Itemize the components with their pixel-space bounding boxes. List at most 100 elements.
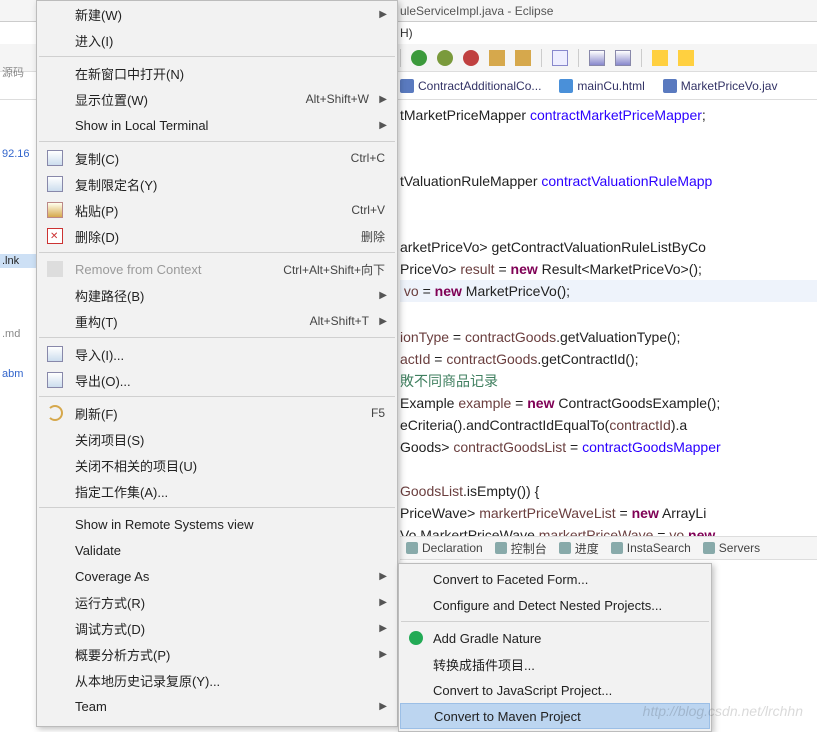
chevron-right-icon: ▶: [379, 290, 387, 301]
menu-item-label: 从本地历史记录复原(Y)...: [75, 671, 220, 690]
menu-item-label: Validate: [75, 543, 121, 558]
code-line: actId = contractGoods.getContractId();: [400, 348, 817, 370]
context-menu-item[interactable]: Show in Remote Systems view: [37, 511, 397, 537]
submenu-item[interactable]: Configure and Detect Nested Projects...: [399, 592, 711, 618]
debug-icon[interactable]: [437, 50, 453, 66]
submenu-item[interactable]: Convert to JavaScript Project...: [399, 677, 711, 703]
context-menu-item[interactable]: 重构(T)Alt+Shift+T▶: [37, 308, 397, 334]
view-icon: [495, 542, 507, 554]
forward-icon[interactable]: [678, 50, 694, 66]
chevron-right-icon: ▶: [379, 649, 387, 660]
submenu-item[interactable]: 转换成插件项目...: [399, 651, 711, 677]
copy-icon: [47, 176, 63, 192]
menu-item-label: 显示位置(W): [75, 90, 148, 109]
editor-tab-label: MarketPriceVo.jav: [681, 79, 778, 93]
search-icon[interactable]: [552, 50, 568, 66]
submenu-item-label: Configure and Detect Nested Projects...: [433, 598, 662, 613]
submenu-item-label: Convert to Maven Project: [434, 709, 581, 724]
code-line: Goods> contractGoodsList = contractGoods…: [400, 436, 817, 458]
context-menu-item[interactable]: 导出(O)...: [37, 367, 397, 393]
context-menu-item[interactable]: 粘贴(P)Ctrl+V: [37, 197, 397, 223]
back-icon[interactable]: [652, 50, 668, 66]
context-menu-item[interactable]: Compare With▶: [37, 719, 397, 727]
menu-separator: [401, 621, 709, 622]
menu-separator: [39, 141, 395, 142]
context-menu-item[interactable]: 显示位置(W)Alt+Shift+W▶: [37, 86, 397, 112]
external-tools-icon[interactable]: [463, 50, 479, 66]
context-menu-item[interactable]: Coverage As▶: [37, 563, 397, 589]
chevron-right-icon: ▶: [379, 597, 387, 608]
code-line: [400, 126, 817, 148]
run-icon[interactable]: [411, 50, 427, 66]
context-menu-item[interactable]: 导入(I)...: [37, 341, 397, 367]
toolbar-separator: [541, 49, 542, 67]
context-menu-item[interactable]: 运行方式(R)▶: [37, 589, 397, 615]
submenu-item[interactable]: Add Gradle Nature: [399, 625, 711, 651]
bottom-tab-label: 控制台: [511, 540, 547, 557]
context-menu-item[interactable]: 在新窗口中打开(N): [37, 60, 397, 86]
submenu-item[interactable]: Convert to Faceted Form...: [399, 566, 711, 592]
submenu-item-label: Add Gradle Nature: [433, 631, 541, 646]
context-menu-item[interactable]: 刷新(F)F5: [37, 400, 397, 426]
java-file-icon: [663, 79, 677, 93]
bottom-tab[interactable]: Declaration: [406, 541, 483, 555]
editor-tab-label: ContractAdditionalCo...: [418, 79, 541, 93]
bottom-tab-label: Servers: [719, 541, 760, 555]
context-menu-item[interactable]: 从本地历史记录复原(Y)...: [37, 667, 397, 693]
code-line: arketPriceVo> getContractValuationRuleLi…: [400, 236, 817, 258]
editor-tab[interactable]: mainCu.html: [559, 79, 644, 93]
context-menu-item[interactable]: 新建(W)▶: [37, 1, 397, 27]
toolbar-separator: [400, 49, 401, 67]
context-menu-item[interactable]: 关闭不相关的项目(U): [37, 452, 397, 478]
code-line: vo = new MarketPriceVo();: [400, 280, 817, 302]
chevron-right-icon: ▶: [379, 623, 387, 634]
context-menu-item[interactable]: 删除(D)删除: [37, 223, 397, 249]
file-lnk[interactable]: .lnk: [0, 254, 36, 268]
code-line: tMarketPriceMapper contractMarketPriceMa…: [400, 104, 817, 126]
menu-item-label: 复制限定名(Y): [75, 175, 157, 194]
editor-tab[interactable]: MarketPriceVo.jav: [663, 79, 778, 93]
context-menu-item[interactable]: 复制(C)Ctrl+C: [37, 145, 397, 171]
task-icon[interactable]: [589, 50, 605, 66]
bottom-tab[interactable]: 进度: [559, 540, 599, 557]
context-menu-item[interactable]: 进入(I): [37, 27, 397, 53]
view-icon: [703, 542, 715, 554]
menu-item-label: 指定工作集(A)...: [75, 482, 168, 501]
submenu-item-label: Convert to Faceted Form...: [433, 572, 588, 587]
context-menu-item[interactable]: Team▶: [37, 693, 397, 719]
menu-separator: [39, 56, 395, 57]
left-info-strip: 源码 92.16 .lnk .md abm: [0, 60, 36, 384]
left-label: 源码: [0, 60, 36, 84]
context-menu-item[interactable]: 指定工作集(A)...: [37, 478, 397, 504]
context-menu-item[interactable]: Validate: [37, 537, 397, 563]
code-line: [400, 214, 817, 236]
gradle-icon: [409, 631, 423, 645]
menu-shortcut: Alt+Shift+T: [310, 314, 369, 328]
submenu-item-label: Convert to JavaScript Project...: [433, 683, 612, 698]
new-class-icon[interactable]: [515, 50, 531, 66]
menu-item-label: 在新窗口中打开(N): [75, 64, 184, 83]
remove-icon: [47, 261, 63, 277]
menu-item-label: Remove from Context: [75, 262, 201, 277]
context-menu-item[interactable]: 概要分析方式(P)▶: [37, 641, 397, 667]
context-menu-item[interactable]: 关闭项目(S): [37, 426, 397, 452]
bottom-tab-label: InstaSearch: [627, 541, 691, 555]
context-menu-item[interactable]: 复制限定名(Y): [37, 171, 397, 197]
context-menu-item[interactable]: 调试方式(D)▶: [37, 615, 397, 641]
bottom-tab[interactable]: Servers: [703, 541, 760, 555]
menu-shortcut: F5: [371, 406, 385, 420]
menu-separator: [39, 507, 395, 508]
chevron-right-icon: ▶: [379, 571, 387, 582]
context-menu-item[interactable]: 构建路径(B)▶: [37, 282, 397, 308]
menu-separator: [39, 337, 395, 338]
bottom-tab[interactable]: 控制台: [495, 540, 547, 557]
menu-item-label: 重构(T): [75, 312, 118, 331]
new-package-icon[interactable]: [489, 50, 505, 66]
context-menu-item[interactable]: Show in Local Terminal▶: [37, 112, 397, 138]
task-icon[interactable]: [615, 50, 631, 66]
code-line: GoodsList.isEmpty()) {: [400, 480, 817, 502]
code-line: tValuationRuleMapper contractValuationRu…: [400, 170, 817, 192]
editor-tab[interactable]: ContractAdditionalCo...: [400, 79, 541, 93]
code-line: [400, 458, 817, 480]
bottom-tab[interactable]: InstaSearch: [611, 541, 691, 555]
